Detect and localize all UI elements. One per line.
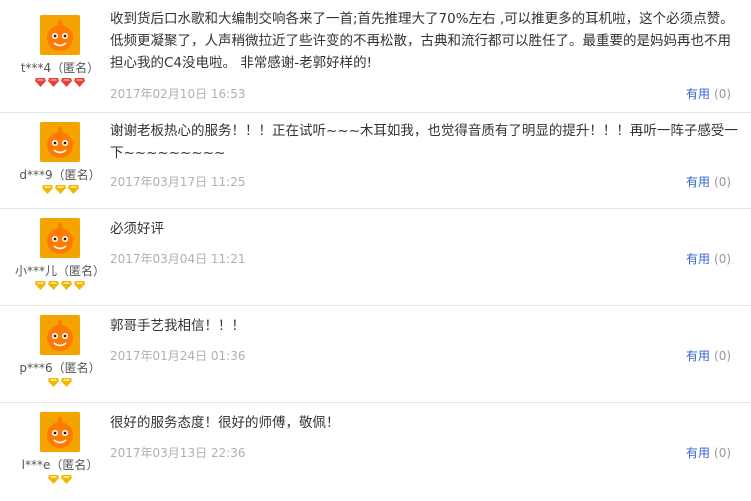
useful-vote: 有用 (0) bbox=[686, 444, 731, 461]
gem-icon bbox=[61, 78, 72, 87]
member-level-badges bbox=[0, 378, 120, 387]
useful-button[interactable]: 有用 bbox=[686, 87, 710, 101]
review-date: 2017年03月17日 11:25 bbox=[110, 175, 246, 189]
review-item: p***6（匿名） 郭哥手艺我相信！！！ 2017年01月24日 01:36 有… bbox=[0, 306, 751, 403]
gem-icon bbox=[35, 78, 46, 87]
review-item: d***9（匿名） 谢谢老板热心的服务！！！正在试听~~~木耳如我，也觉得音质有… bbox=[0, 113, 751, 209]
avatar bbox=[40, 122, 80, 162]
username: p***6（匿名） bbox=[19, 361, 101, 375]
useful-vote: 有用 (0) bbox=[686, 347, 731, 364]
useful-count: (0) bbox=[714, 87, 732, 101]
gem-icon bbox=[41, 185, 53, 194]
avatar bbox=[40, 412, 80, 452]
avatar bbox=[40, 15, 80, 55]
avatar bbox=[40, 315, 80, 355]
review-text: 收到货后口水歌和大编制交响各来了一首;首先推理大了70%左右 ,可以推更多的耳机… bbox=[110, 11, 734, 71]
gem-icon bbox=[35, 281, 46, 290]
gem-icon bbox=[48, 78, 59, 87]
review-text: 郭哥手艺我相信！！！ bbox=[110, 318, 245, 334]
avatar bbox=[40, 218, 80, 258]
gem-icon bbox=[61, 378, 72, 387]
review-date: 2017年03月13日 22:36 bbox=[110, 446, 246, 460]
review-text: 必须好评 bbox=[110, 221, 164, 237]
gem-icon bbox=[61, 475, 72, 484]
gem-icon bbox=[54, 185, 66, 194]
username: 小***儿（匿名） bbox=[14, 264, 105, 278]
useful-button[interactable]: 有用 bbox=[686, 349, 710, 363]
username: l***e（匿名） bbox=[21, 458, 99, 472]
useful-count: (0) bbox=[714, 175, 732, 189]
review-date: 2017年02月10日 16:53 bbox=[110, 87, 246, 101]
useful-button[interactable]: 有用 bbox=[686, 446, 710, 460]
review-text: 谢谢老板热心的服务！！！正在试听~~~木耳如我，也觉得音质有了明显的提升！！！再… bbox=[110, 123, 738, 161]
gem-icon bbox=[48, 378, 59, 387]
gem-icon bbox=[61, 281, 72, 290]
username: t***4（匿名） bbox=[20, 61, 100, 75]
useful-button[interactable]: 有用 bbox=[686, 175, 710, 189]
review-list: t***4（匿名） 收到货后口水歌和大编制交响各来了一首;首先推理大了70%左右… bbox=[0, 0, 751, 501]
gem-icon bbox=[48, 281, 59, 290]
member-level-badges bbox=[0, 475, 120, 484]
useful-vote: 有用 (0) bbox=[686, 250, 731, 267]
review-text: 很好的服务态度！很好的师傅，敬佩！ bbox=[110, 415, 340, 431]
review-item: l***e（匿名） 很好的服务态度！很好的师傅，敬佩！ 2017年03月13日 … bbox=[0, 403, 751, 501]
review-date: 2017年03月04日 11:21 bbox=[110, 252, 246, 266]
useful-count: (0) bbox=[714, 349, 732, 363]
member-level-badges bbox=[0, 281, 120, 290]
gem-icon bbox=[74, 281, 85, 290]
gem-icon bbox=[48, 475, 59, 484]
useful-vote: 有用 (0) bbox=[686, 85, 731, 102]
review-date: 2017年01月24日 01:36 bbox=[110, 349, 246, 363]
useful-vote: 有用 (0) bbox=[686, 173, 731, 190]
gem-icon bbox=[74, 78, 85, 87]
useful-count: (0) bbox=[714, 446, 732, 460]
review-item: 小***儿（匿名） 必须好评 2017年03月04日 11:21 有用 (0) bbox=[0, 209, 751, 306]
gem-icon bbox=[67, 185, 79, 194]
useful-count: (0) bbox=[714, 252, 732, 266]
member-level-badges bbox=[0, 78, 120, 87]
username: d***9（匿名） bbox=[19, 168, 101, 182]
useful-button[interactable]: 有用 bbox=[686, 252, 710, 266]
member-level-badges bbox=[0, 185, 120, 194]
review-item: t***4（匿名） 收到货后口水歌和大编制交响各来了一首;首先推理大了70%左右… bbox=[0, 0, 751, 113]
